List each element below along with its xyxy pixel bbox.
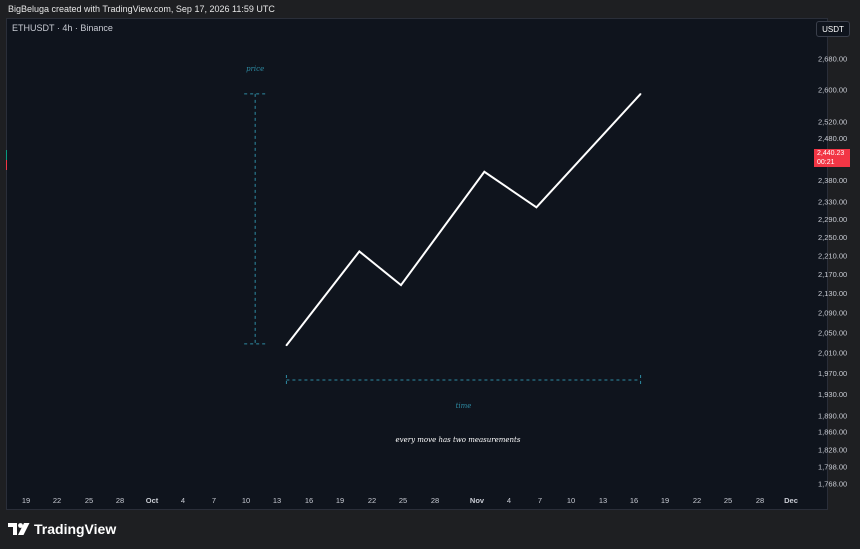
y-tick-label: 2,210.00 (818, 252, 847, 261)
bar-countdown: 00:21 (817, 158, 835, 166)
last-price-value: 2,440.23 (817, 150, 845, 157)
x-tick-label: 16 (630, 496, 638, 505)
currency-button[interactable]: USDT (816, 21, 850, 37)
x-tick-label: 7 (538, 496, 542, 505)
x-tick-label: 22 (53, 496, 61, 505)
y-tick-label: 2,600.00 (818, 86, 847, 95)
x-tick-label: Dec (784, 496, 798, 505)
time-measure-label: time (456, 402, 472, 410)
price-line[interactable] (285, 93, 642, 346)
y-tick-label: 1,768.00 (818, 480, 847, 489)
x-tick-label: 25 (724, 496, 732, 505)
price-measure-label: price (246, 65, 264, 73)
y-tick-label: 1,828.00 (818, 445, 847, 454)
price-point (535, 206, 538, 209)
x-tick-label: 25 (399, 496, 407, 505)
x-tick-label: 10 (567, 496, 575, 505)
x-tick-label: 22 (693, 496, 701, 505)
y-tick-label: 2,330.00 (818, 198, 847, 207)
y-tick-label: 1,798.00 (818, 462, 847, 471)
x-tick-label: 13 (599, 496, 607, 505)
y-tick-label: 2,090.00 (818, 309, 847, 318)
price-measure (244, 93, 266, 345)
time-measure (285, 375, 642, 387)
y-tick-label: 2,010.00 (818, 348, 847, 357)
x-tick-label: 16 (305, 496, 313, 505)
y-tick-label: 2,250.00 (818, 233, 847, 242)
x-tick-label: 28 (431, 496, 439, 505)
chart-caption: every move has two measurements (396, 436, 521, 444)
x-tick-label: 7 (212, 496, 216, 505)
tradingview-logo: TradingView (8, 520, 116, 538)
price-point (285, 344, 288, 347)
y-tick-label: 1,860.00 (818, 428, 847, 437)
symbol-label[interactable]: ETHUSDT · 4h · Binance (12, 23, 113, 33)
x-tick-label: 28 (756, 496, 764, 505)
x-tick-label: 4 (181, 496, 185, 505)
last-price-tag: 2,440.23 00:21 (814, 149, 850, 167)
price-point (639, 93, 642, 95)
x-tick-label: 4 (507, 496, 511, 505)
y-tick-label: 2,290.00 (818, 215, 847, 224)
y-tick-label: 2,170.00 (818, 270, 847, 279)
x-tick-label: 19 (661, 496, 669, 505)
brand-name: TradingView (34, 521, 117, 537)
y-tick-label: 1,930.00 (818, 390, 847, 399)
x-tick-label: Oct (146, 496, 159, 505)
price-point (400, 284, 402, 286)
price-point (358, 250, 361, 253)
footer (0, 510, 860, 549)
x-tick-label: 19 (22, 496, 30, 505)
price-chart[interactable]: 2,680.00 2,600.00 2,520.00 2,480.00 2,380.00… (0, 0, 860, 549)
x-tick-label: 28 (116, 496, 124, 505)
y-tick-label: 2,380.00 (818, 176, 847, 185)
y-tick-label: 1,970.00 (818, 369, 847, 378)
x-tick-label: 22 (368, 496, 376, 505)
y-tick-label: 2,480.00 (818, 134, 847, 143)
x-tick-label: 19 (336, 496, 344, 505)
y-tick-label: 2,050.00 (818, 328, 847, 337)
x-tick-label: 25 (85, 496, 93, 505)
y-tick-label: 2,520.00 (818, 117, 847, 126)
tradingview-logo-icon (8, 523, 30, 535)
x-tick-label: Nov (470, 496, 485, 505)
x-tick-label: 13 (273, 496, 281, 505)
y-tick-label: 1,890.00 (818, 411, 847, 420)
y-tick-label: 2,130.00 (818, 289, 847, 298)
price-point (483, 170, 486, 173)
x-tick-label: 10 (242, 496, 250, 505)
y-tick-label: 2,680.00 (818, 55, 847, 64)
